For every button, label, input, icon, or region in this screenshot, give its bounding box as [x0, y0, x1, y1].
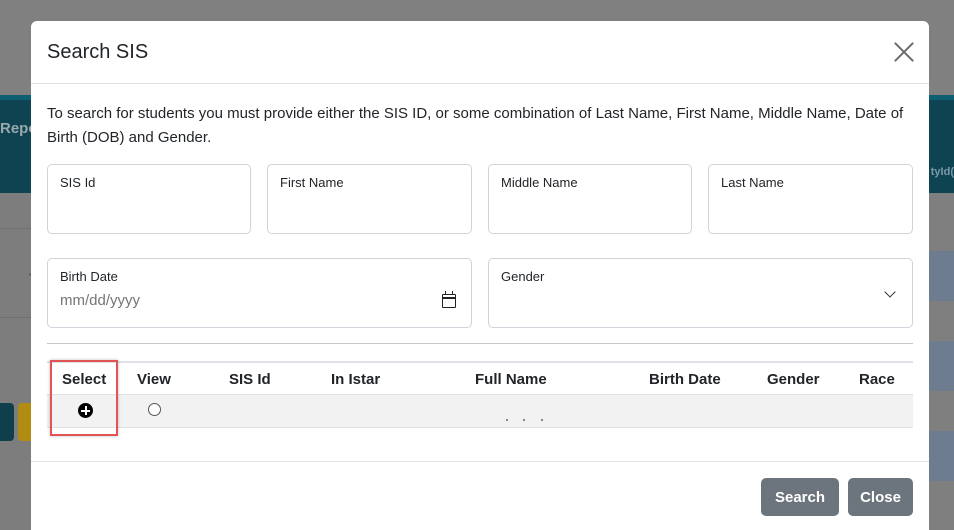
- column-header-race: Race: [859, 371, 895, 388]
- column-header-in-istar: In Istar: [331, 371, 381, 388]
- chevron-down-icon[interactable]: [884, 286, 896, 298]
- modal-footer: Search Close: [31, 461, 929, 530]
- background-column-text: tyId(: [930, 166, 954, 178]
- column-header-sis-id: SIS Id: [229, 371, 271, 388]
- column-header-select: Select: [62, 371, 107, 388]
- sis-id-field[interactable]: SIS Id: [47, 164, 251, 234]
- close-button[interactable]: Close: [848, 478, 913, 516]
- last-name-field[interactable]: Last Name: [708, 164, 913, 234]
- first-name-input[interactable]: [280, 198, 423, 215]
- gender-label: Gender: [501, 269, 545, 284]
- search-instructions: To search for students you must provide …: [47, 105, 904, 146]
- background-divider: [0, 317, 32, 318]
- search-button[interactable]: Search: [761, 478, 839, 516]
- table-header: Select View SIS Id In Istar Full Name Bi…: [47, 361, 913, 395]
- table-row: [47, 395, 913, 428]
- last-name-label: Last Name: [721, 175, 784, 190]
- sis-id-label: SIS Id: [60, 175, 96, 190]
- column-header-birth-date: Birth Date: [649, 371, 721, 388]
- results-table: Select View SIS Id In Istar Full Name Bi…: [47, 361, 913, 428]
- birth-date-field[interactable]: Birth Date: [47, 258, 472, 328]
- background-left-panel: [0, 193, 32, 530]
- birth-date-input[interactable]: [60, 292, 357, 309]
- background-divider: [0, 228, 32, 229]
- search-sis-modal: Search SIS To search for students you mu…: [31, 21, 929, 530]
- column-header-full-name: Full Name: [475, 371, 547, 388]
- middle-name-label: Middle Name: [501, 175, 578, 190]
- add-circle-icon[interactable]: [78, 403, 93, 418]
- background-button: [18, 403, 32, 441]
- background-block: [929, 251, 954, 301]
- modal-header: Search SIS: [31, 21, 929, 84]
- middle-name-input[interactable]: [501, 198, 643, 215]
- background-button: [0, 403, 14, 441]
- birth-date-label: Birth Date: [60, 269, 118, 284]
- background-block: [929, 431, 954, 481]
- view-radio[interactable]: [148, 403, 161, 416]
- close-icon[interactable]: [893, 41, 915, 63]
- last-name-input[interactable]: [721, 198, 864, 215]
- middle-name-field[interactable]: Middle Name: [488, 164, 692, 234]
- section-divider: [47, 343, 913, 344]
- column-header-view: View: [137, 371, 171, 388]
- first-name-label: First Name: [280, 175, 344, 190]
- first-name-field[interactable]: First Name: [267, 164, 472, 234]
- sis-id-input[interactable]: [60, 198, 202, 215]
- modal-title: Search SIS: [47, 41, 149, 63]
- background-right-panel: [929, 193, 954, 530]
- truncated-name-text: [506, 419, 566, 422]
- background-block: [929, 341, 954, 391]
- column-header-gender: Gender: [767, 371, 820, 388]
- gender-select[interactable]: Gender: [488, 258, 913, 328]
- calendar-icon[interactable]: [442, 291, 456, 308]
